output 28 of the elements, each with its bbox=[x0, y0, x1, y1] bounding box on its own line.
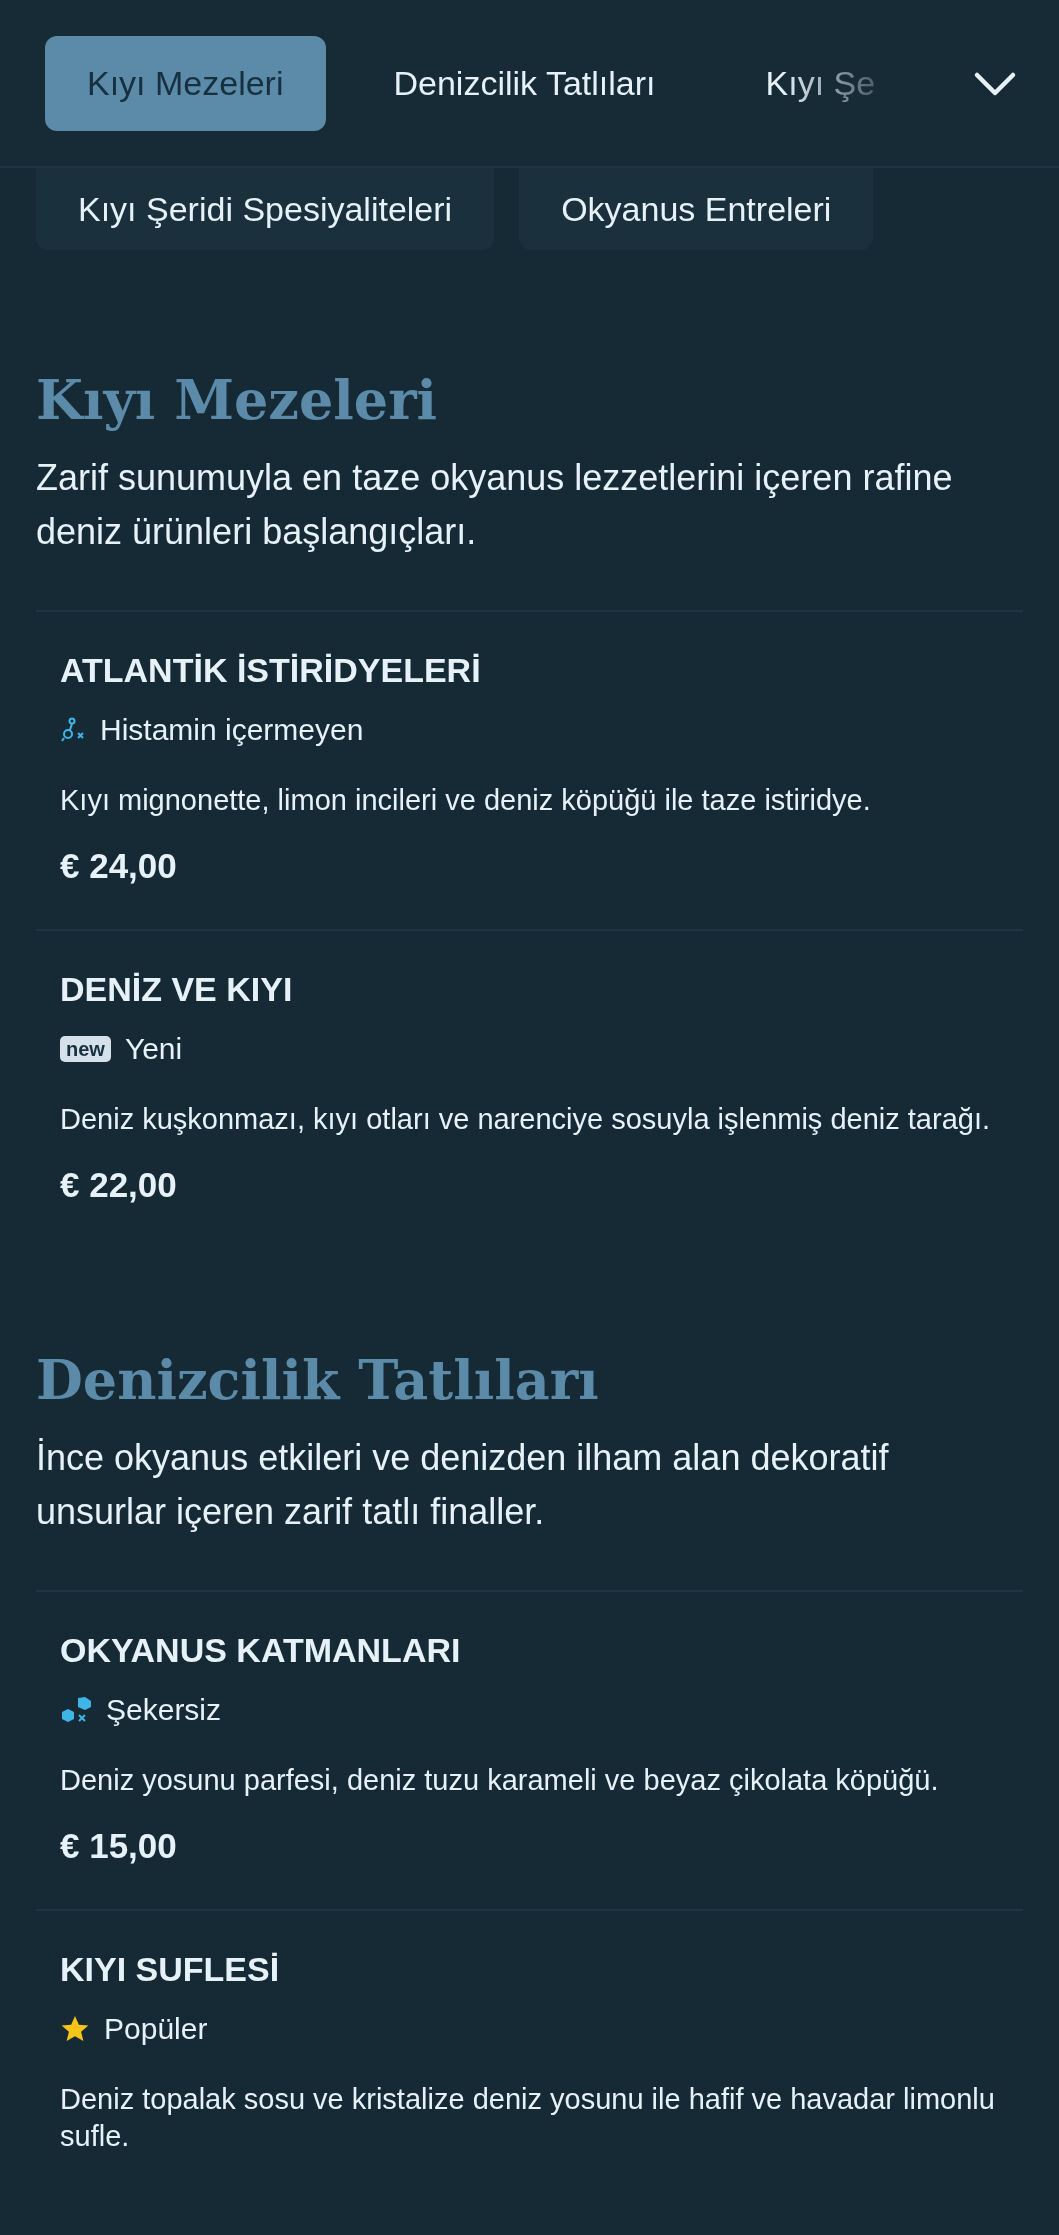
category-chip[interactable]: Okyanus Entreleri bbox=[519, 168, 874, 250]
dish-description: Kıyı mignonette, limon incileri ve deniz köpüğü ile taze istiridye. bbox=[60, 783, 872, 818]
dish-name: OKYANUS KATMANLARI bbox=[60, 1630, 462, 1670]
sugar-cubes-icon bbox=[60, 1696, 92, 1724]
dish-price: € 22,00 bbox=[60, 1165, 178, 1205]
dish-name: ATLANTİK İSTİRİDYELERİ bbox=[60, 650, 482, 690]
dish-price: € 24,00 bbox=[60, 846, 178, 886]
dish-description: Deniz yosunu parfesi, deniz tuzu karameli ve beyaz çikolata köpüğü. bbox=[60, 1763, 940, 1798]
dish-name: DENİZ VE KIYI bbox=[60, 969, 294, 1009]
dish-tag: Şekersiz bbox=[106, 1690, 222, 1730]
dish-tag: Popüler bbox=[104, 2009, 208, 2049]
chevron-down-icon bbox=[973, 70, 1017, 97]
dish-name: KIYI SUFLESİ bbox=[60, 1949, 281, 1989]
category-tab[interactable]: Kıyı Şe bbox=[723, 36, 918, 131]
dish-description: Deniz kuşkonmazı, kıyı otları ve narenciye sosuyla işlenmiş deniz tarağı. bbox=[60, 1102, 991, 1137]
category-tab[interactable]: Kıyı Mezeleri bbox=[45, 36, 326, 131]
dish-tag: Histamin içermeyen bbox=[100, 710, 364, 750]
dish-description: Deniz topalak sosu ve kristalize deniz yosunu ile hafif ve havadar limonlu sufle. bbox=[60, 2082, 996, 2154]
new-badge: new bbox=[60, 1036, 111, 1062]
section-title: Kıyı Mezeleri bbox=[36, 367, 439, 434]
dish-price: € 15,00 bbox=[60, 1826, 178, 1866]
section-description: Zarif sunumuyla en taze okyanus lezzetlerini içeren rafine deniz ürünleri başlangıçları. bbox=[36, 456, 954, 554]
category-chip[interactable]: Kıyı Şeridi Spesiyaliteleri bbox=[36, 168, 495, 250]
section-description: İnce okyanus etkileri ve denizden ilham alan dekoratif unsurlar içeren zarif tatlı finaller. bbox=[36, 1436, 890, 1534]
section-title: Denizcilik Tatlıları bbox=[36, 1347, 600, 1414]
dish-tag: Yeni bbox=[124, 1029, 183, 1069]
molecule-icon bbox=[60, 717, 86, 743]
category-tab[interactable]: Denizcilik Tatlıları bbox=[351, 36, 698, 131]
